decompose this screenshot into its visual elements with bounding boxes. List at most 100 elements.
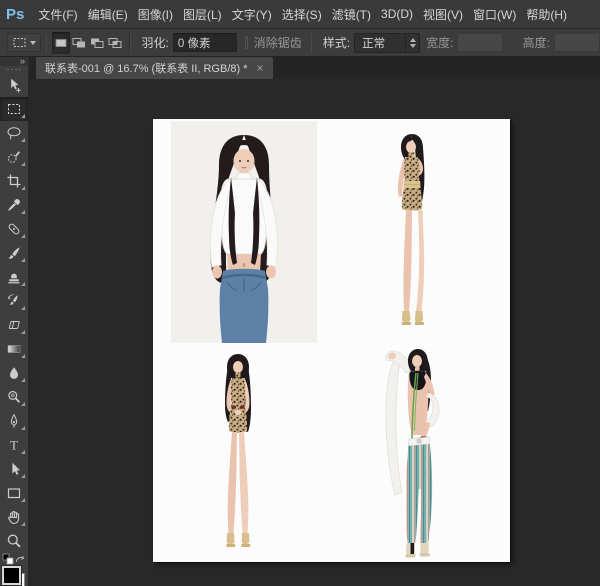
width-label: 宽度: (426, 34, 453, 51)
tool-spot-healing-brush[interactable] (0, 217, 28, 241)
toolbar-grip[interactable] (0, 66, 28, 73)
tool-rectangular-marquee[interactable] (0, 97, 28, 121)
dodge-icon (6, 389, 22, 405)
feather-label: 羽化: (142, 34, 169, 51)
gradient-icon (6, 341, 22, 357)
menu-image[interactable]: 图像(I) (133, 6, 178, 23)
menu-layer[interactable]: 图层(L) (178, 6, 227, 23)
contact-sheet[interactable] (153, 119, 510, 562)
rectangular-marquee-icon (6, 101, 22, 117)
toolbar-collapse-button[interactable]: » (0, 57, 28, 66)
tab-bar: 联系表-001 @ 16.7% (联系表 II, RGB/8) * × (28, 57, 600, 79)
subtract-from-selection-button[interactable] (88, 32, 106, 54)
tool-dodge[interactable] (0, 385, 28, 409)
menu-file[interactable]: 文件(F) (33, 6, 82, 23)
tool-preset-button[interactable] (7, 33, 41, 52)
tool-eyedropper[interactable] (0, 193, 28, 217)
menu-window[interactable]: 窗口(W) (468, 6, 521, 23)
document-canvas[interactable] (28, 79, 600, 586)
bandage-icon (6, 221, 22, 237)
tools-panel: » (0, 57, 29, 586)
color-swatches (0, 565, 28, 586)
water-drop-icon (6, 365, 22, 381)
width-input[interactable] (457, 33, 503, 52)
photo-model-white-crop-top-jeans (171, 121, 317, 343)
add-to-selection-button[interactable] (70, 32, 88, 54)
separator (311, 33, 312, 53)
document-tab[interactable]: 联系表-001 @ 16.7% (联系表 II, RGB/8) * × (36, 57, 273, 79)
menu-filter[interactable]: 滤镜(T) (327, 6, 376, 23)
photo-model-leopard-dress-hands-clasped (188, 350, 288, 560)
hand-icon (6, 509, 22, 525)
intersect-selection-icon (106, 35, 124, 51)
add-to-selection-icon (70, 35, 88, 51)
tool-history-brush[interactable] (0, 289, 28, 313)
crop-icon (6, 173, 22, 189)
height-input[interactable] (554, 33, 600, 52)
move-icon (6, 77, 22, 93)
tool-hand[interactable] (0, 505, 28, 529)
new-selection-button[interactable] (52, 32, 70, 54)
tool-lasso[interactable] (0, 121, 28, 145)
tool-crop[interactable] (0, 169, 28, 193)
type-icon: T (6, 437, 22, 453)
tool-move[interactable] (0, 73, 28, 97)
style-label: 样式: (323, 34, 350, 51)
tool-rectangle-shape[interactable] (0, 481, 28, 505)
rectangular-marquee-icon (12, 36, 27, 49)
subtract-from-selection-icon (88, 35, 106, 51)
lasso-icon (6, 125, 22, 141)
arrow-cursor-icon (6, 461, 22, 477)
menu-select[interactable]: 选择(S) (277, 6, 327, 23)
photoshop-logo[interactable]: Ps (0, 6, 33, 23)
stepper-icon[interactable] (405, 34, 419, 52)
menu-view[interactable]: 视图(V) (418, 6, 468, 23)
tool-horizontal-type[interactable]: T (0, 433, 28, 457)
document-tab-title: 联系表-001 @ 16.7% (联系表 II, RGB/8) * (45, 60, 248, 76)
stamp-icon (6, 269, 22, 285)
menu-3d[interactable]: 3D(D) (376, 7, 418, 21)
chevron-down-icon (30, 41, 36, 45)
svg-text:T: T (10, 438, 18, 453)
eyedropper-icon (6, 197, 22, 213)
menu-bar: Ps 文件(F) 编辑(E) 图像(I) 图层(L) 文字(Y) 选择(S) 滤… (0, 0, 600, 29)
swap-width-height-icon[interactable] (511, 36, 512, 50)
tool-gradient[interactable] (0, 337, 28, 361)
pen-nib-icon (6, 413, 22, 429)
tool-eraser[interactable] (0, 313, 28, 337)
separator (129, 33, 130, 53)
menu-help[interactable]: 帮助(H) (521, 6, 572, 23)
style-value: 正常 (355, 35, 405, 51)
tool-clone-stamp[interactable] (0, 265, 28, 289)
tool-zoom[interactable] (0, 529, 28, 553)
brush-icon (6, 245, 22, 261)
tool-pen[interactable] (0, 409, 28, 433)
close-icon[interactable]: × (257, 62, 264, 74)
menu-type[interactable]: 文字(Y) (227, 6, 277, 23)
options-bar: 羽化: 消除锯齿 样式: 正常 宽度: 高度: (0, 29, 600, 57)
antialias-label: 消除锯齿 (254, 34, 302, 51)
history-brush-icon (6, 293, 22, 309)
menu-edit[interactable]: 编辑(E) (83, 6, 133, 23)
default-colors-icon[interactable] (2, 553, 14, 565)
tool-quick-selection[interactable] (0, 145, 28, 169)
photoshop-window: Ps 文件(F) 编辑(E) 图像(I) 图层(L) 文字(Y) 选择(S) 滤… (0, 0, 600, 586)
tool-blur[interactable] (0, 361, 28, 385)
feather-input[interactable] (173, 33, 237, 52)
rectangle-icon (6, 485, 22, 501)
quick-selection-icon (6, 149, 22, 165)
separator (46, 33, 47, 53)
photo-model-leopard-dress-gold-belt (367, 131, 457, 331)
intersect-selection-button[interactable] (106, 32, 124, 54)
photo-model-black-bra-striped-pants (368, 343, 463, 561)
tool-path-selection[interactable] (0, 457, 28, 481)
antialias-checkbox[interactable] (245, 36, 248, 49)
height-label: 高度: (523, 34, 550, 51)
swap-colors-icon[interactable] (14, 553, 26, 565)
tool-brush[interactable] (0, 241, 28, 265)
style-dropdown[interactable]: 正常 (354, 33, 420, 53)
magnifier-icon (6, 533, 22, 549)
eraser-icon (6, 317, 22, 333)
foreground-color-swatch[interactable] (2, 566, 21, 585)
new-selection-icon (52, 35, 70, 51)
